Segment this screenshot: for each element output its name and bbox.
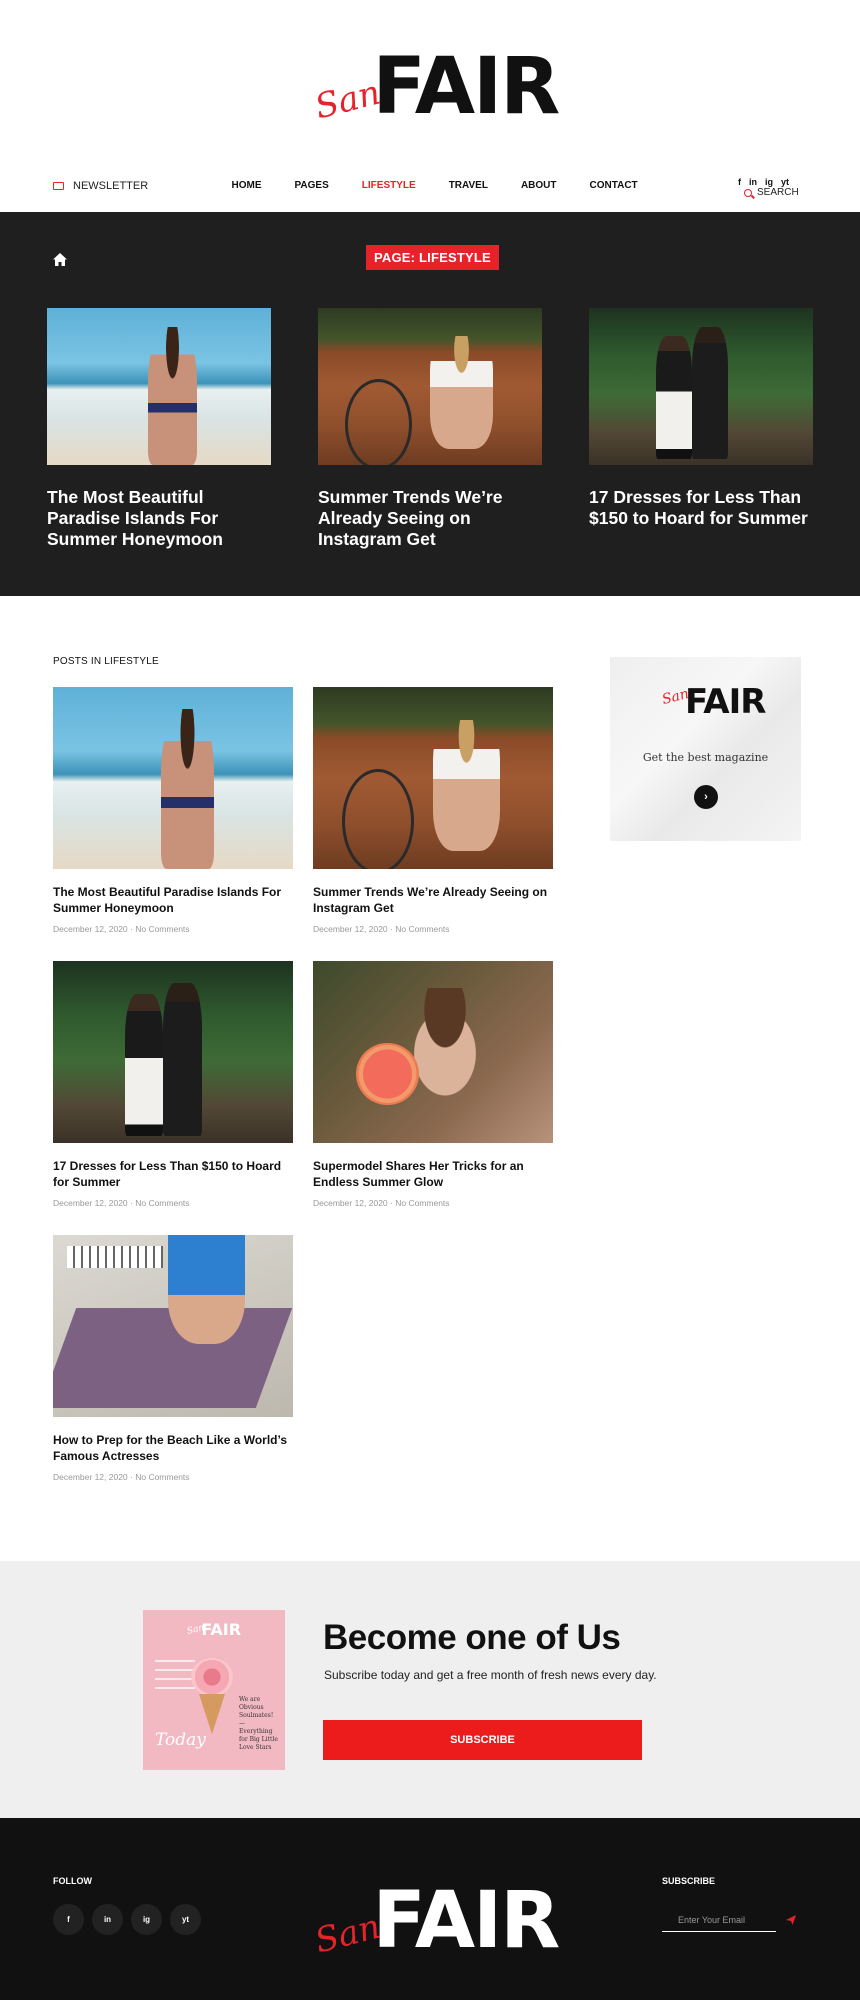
header-social: f in ig yt bbox=[738, 177, 789, 187]
post-image[interactable] bbox=[53, 961, 293, 1143]
post-title[interactable]: Summer Trends We’re Already Seeing on In… bbox=[313, 884, 553, 916]
ad-arrow-button[interactable]: › bbox=[694, 785, 718, 809]
menu-item-travel[interactable]: TRAVEL bbox=[449, 180, 488, 191]
post-title[interactable]: How to Prep for the Beach Like a World’s… bbox=[53, 1432, 293, 1464]
main-nav: NEWSLETTER HOME PAGES LIFESTYLE TRAVEL A… bbox=[0, 168, 860, 212]
subscribe-button[interactable]: SUBSCRIBE bbox=[323, 1720, 642, 1760]
facebook-icon[interactable]: f bbox=[53, 1904, 84, 1935]
subscribe-band: San FAIR We are Obvious Soulmates! — Eve… bbox=[0, 1561, 860, 1818]
footer-logo-word: FAIR bbox=[372, 1876, 560, 1966]
post-card[interactable]: Summer Trends We’re Already Seeing on In… bbox=[313, 687, 553, 934]
footer-social: f in ig yt bbox=[53, 1904, 201, 1935]
hero-card[interactable]: Summer Trends We’re Already Seeing on In… bbox=[318, 308, 542, 550]
menu: HOME PAGES LIFESTYLE TRAVEL ABOUT CONTAC… bbox=[215, 180, 654, 191]
search-icon bbox=[744, 188, 752, 197]
home-icon[interactable] bbox=[52, 252, 68, 268]
logo-word: FAIR bbox=[372, 42, 560, 132]
hero-card-title[interactable]: 17 Dresses for Less Than $150 to Hoard f… bbox=[589, 487, 813, 529]
search-label: SEARCH bbox=[757, 187, 799, 198]
post-meta: December 12, 2020 · No Comments bbox=[53, 1472, 190, 1482]
post-meta: December 12, 2020 · No Comments bbox=[53, 1198, 190, 1208]
magazine-logo: San FAIR bbox=[186, 1620, 242, 1639]
posts-section-label: POSTS IN LIFESTYLE bbox=[53, 656, 159, 667]
cone-image bbox=[199, 1694, 225, 1734]
menu-item-contact[interactable]: CONTACT bbox=[590, 180, 638, 191]
hero-card-title[interactable]: The Most Beautiful Paradise Islands For … bbox=[47, 487, 271, 550]
hero-image[interactable] bbox=[318, 308, 542, 465]
post-title[interactable]: 17 Dresses for Less Than $150 to Hoard f… bbox=[53, 1158, 293, 1190]
ad-tagline: Get the best magazine bbox=[642, 751, 769, 764]
menu-item-pages[interactable]: PAGES bbox=[295, 180, 329, 191]
footer-logo[interactable]: San FAIR bbox=[311, 1876, 560, 1966]
post-image[interactable] bbox=[53, 687, 293, 869]
hero-card-title[interactable]: Summer Trends We’re Already Seeing on In… bbox=[318, 487, 542, 550]
subscribe-heading: Become one of Us bbox=[323, 1618, 621, 1657]
magazine-cover-word: Today bbox=[155, 1730, 206, 1750]
post-card[interactable]: The Most Beautiful Paradise Islands For … bbox=[53, 687, 293, 934]
rose-image bbox=[191, 1658, 233, 1696]
mail-icon bbox=[53, 182, 64, 190]
hero-card[interactable]: 17 Dresses for Less Than $150 to Hoard f… bbox=[589, 308, 813, 529]
page-badge: PAGE: LIFESTYLE bbox=[366, 245, 499, 270]
follow-label: FOLLOW bbox=[53, 1876, 92, 1886]
linkedin-icon[interactable]: in bbox=[749, 177, 757, 187]
hero-image[interactable] bbox=[589, 308, 813, 465]
post-image[interactable] bbox=[53, 1235, 293, 1417]
post-meta: December 12, 2020 · No Comments bbox=[313, 924, 450, 934]
newsletter-label: NEWSLETTER bbox=[73, 180, 149, 192]
search-button[interactable]: SEARCH bbox=[744, 187, 799, 198]
magazine-logo-word: FAIR bbox=[201, 1620, 242, 1639]
post-image[interactable] bbox=[313, 687, 553, 869]
menu-item-about[interactable]: ABOUT bbox=[521, 180, 557, 191]
post-card[interactable]: Supermodel Shares Her Tricks for an Endl… bbox=[313, 961, 553, 1208]
linkedin-icon[interactable]: in bbox=[92, 1904, 123, 1935]
magazine-side-text: We are Obvious Soulmates! — Everything f… bbox=[239, 1696, 278, 1751]
youtube-icon[interactable]: yt bbox=[170, 1904, 201, 1935]
sidebar-magazine-ad[interactable]: San FAIR Get the best magazine › bbox=[610, 657, 801, 841]
youtube-icon[interactable]: yt bbox=[781, 177, 789, 187]
subscribe-text: Subscribe today and get a free month of … bbox=[324, 1668, 657, 1682]
post-meta: December 12, 2020 · No Comments bbox=[313, 1198, 450, 1208]
post-meta: December 12, 2020 · No Comments bbox=[53, 924, 190, 934]
hero-image[interactable] bbox=[47, 308, 271, 465]
facebook-icon[interactable]: f bbox=[738, 177, 741, 187]
hero-card[interactable]: The Most Beautiful Paradise Islands For … bbox=[47, 308, 271, 550]
newsletter-link[interactable]: NEWSLETTER bbox=[53, 180, 148, 192]
instagram-icon[interactable]: ig bbox=[131, 1904, 162, 1935]
instagram-icon[interactable]: ig bbox=[765, 177, 773, 187]
footer-subscribe-label: SUBSCRIBE bbox=[662, 1876, 716, 1886]
site-logo[interactable]: San FAIR bbox=[311, 42, 560, 132]
menu-item-home[interactable]: HOME bbox=[232, 180, 262, 191]
menu-item-lifestyle[interactable]: LIFESTYLE bbox=[362, 180, 416, 191]
magazine-cover: San FAIR We are Obvious Soulmates! — Eve… bbox=[143, 1610, 285, 1770]
ad-logo-word: FAIR bbox=[684, 682, 766, 722]
ad-logo: San FAIR bbox=[660, 682, 766, 722]
post-image[interactable] bbox=[313, 961, 553, 1143]
post-card[interactable]: How to Prep for the Beach Like a World’s… bbox=[53, 1235, 293, 1482]
post-title[interactable]: The Most Beautiful Paradise Islands For … bbox=[53, 884, 293, 916]
footer-email-input[interactable] bbox=[662, 1908, 776, 1932]
post-title[interactable]: Supermodel Shares Her Tricks for an Endl… bbox=[313, 1158, 553, 1190]
footer: FOLLOW f in ig yt San FAIR SUBSCRIBE bbox=[0, 1818, 860, 2000]
send-icon[interactable] bbox=[785, 1914, 797, 1926]
post-card[interactable]: 17 Dresses for Less Than $150 to Hoard f… bbox=[53, 961, 293, 1208]
hero-section: PAGE: LIFESTYLE The Most Beautiful Parad… bbox=[0, 212, 860, 596]
